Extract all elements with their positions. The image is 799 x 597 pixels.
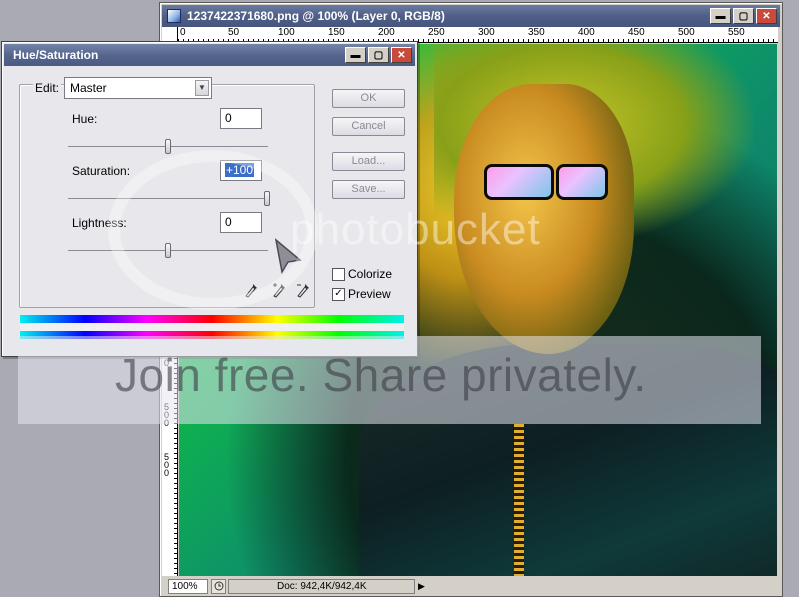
status-menu-arrow-icon[interactable]: ▶ [418, 581, 425, 592]
document-title: 1237422371680.png @ 100% (Layer 0, RGB/8… [187, 9, 445, 23]
spectrum-divider [20, 323, 404, 331]
hue-label: Hue: [72, 112, 98, 126]
cancel-button[interactable]: Cancel [332, 117, 405, 136]
minimize-button[interactable]: ▬ [710, 8, 731, 24]
close-button[interactable]: ✕ [756, 8, 777, 24]
ruler-tick-label: 550 [728, 27, 745, 38]
dialog-minimize-button[interactable]: ▬ [345, 47, 366, 63]
watermark-banner-text: Join free. Share privately. [115, 349, 647, 401]
ruler-tick-label: 350 [528, 27, 545, 38]
edit-select-value: Master [70, 81, 107, 95]
preview-checkbox[interactable]: ✓ [332, 287, 345, 301]
watermark-logo-icon [108, 150, 318, 310]
ruler-tick-label: 150 [328, 27, 345, 38]
chevron-down-icon[interactable]: ▼ [195, 80, 209, 96]
ruler-tick-label: 0 [163, 468, 169, 478]
photo-glasses [464, 164, 614, 200]
ruler-tick-label: 500 [678, 27, 695, 38]
ruler-tick-label: 400 [578, 27, 595, 38]
photo-lens-right [556, 164, 608, 200]
hue-slider-thumb[interactable] [165, 139, 171, 154]
ruler-tick-label: 200 [378, 27, 395, 38]
dialog-maximize-button[interactable]: ▢ [368, 47, 389, 63]
edit-select[interactable]: Master ▼ [64, 77, 212, 99]
ruler-tick-label: 100 [278, 27, 295, 38]
watermark-brand: photobucket [290, 205, 541, 254]
photo-lens-left [484, 164, 554, 200]
photo-zipper [514, 424, 524, 576]
color-spectrum-bar [20, 315, 404, 323]
dialog-title: Hue/Saturation [13, 48, 99, 62]
zoom-field[interactable]: 100% [168, 578, 208, 594]
ruler-tick-label: 250 [428, 27, 445, 38]
ruler-tick-label: 0 [180, 27, 186, 38]
ruler-tick-label: 50 [228, 27, 240, 38]
status-bar: 100% Doc: 942,4K/942,4K ▶ [162, 577, 780, 595]
edit-label: Edit: [33, 81, 62, 95]
document-titlebar[interactable]: 1237422371680.png @ 100% (Layer 0, RGB/8… [162, 5, 780, 27]
load-button[interactable]: Load... [332, 152, 405, 171]
dialog-close-button[interactable]: ✕ [391, 47, 412, 63]
eyedropper-minus-icon[interactable] [294, 282, 312, 300]
maximize-button[interactable]: ▢ [733, 8, 754, 24]
saturation-label: Saturation: [72, 164, 131, 178]
doc-size-info: Doc: 942,4K/942,4K [228, 578, 415, 594]
dialog-titlebar[interactable]: Hue/Saturation ▬ ▢ ✕ [4, 44, 415, 66]
hue-input-value: 0 [225, 111, 232, 125]
save-button[interactable]: Save... [332, 180, 405, 199]
document-icon [167, 9, 181, 23]
preview-checkbox-row[interactable]: ✓ Preview [332, 287, 391, 301]
ok-button[interactable]: OK [332, 89, 405, 108]
ruler-tick-label: 300 [478, 27, 495, 38]
status-clock-icon[interactable] [211, 578, 226, 594]
colorize-checkbox-row[interactable]: Colorize [332, 267, 392, 281]
colorize-label: Colorize [348, 267, 393, 281]
colorize-checkbox[interactable] [332, 267, 345, 281]
hue-input[interactable]: 0 [220, 108, 262, 129]
preview-label: Preview [348, 287, 391, 301]
ruler-tick-label: 450 [628, 27, 645, 38]
